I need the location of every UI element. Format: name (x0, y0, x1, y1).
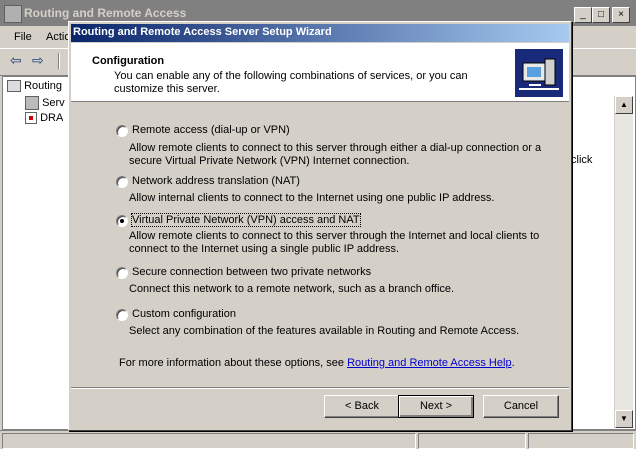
option-label[interactable]: Remote access (dial-up or VPN) (132, 124, 290, 136)
option-label[interactable]: Network address translation (NAT) (132, 175, 300, 187)
network-server-icon (515, 49, 563, 97)
button-divider (71, 387, 569, 389)
option-description: Select any combination of the features a… (129, 325, 520, 337)
mmc-app-icon (4, 5, 22, 23)
option-label[interactable]: Virtual Private Network (VPN) access and… (131, 213, 361, 227)
radio-secure-connection[interactable] (116, 267, 128, 279)
menu-file[interactable]: File (14, 31, 32, 43)
option-description: Allow remote clients to connect to this … (129, 230, 540, 255)
status-pane (418, 433, 526, 449)
vertical-scrollbar[interactable]: ▲ ▼ (614, 96, 633, 428)
scroll-down-icon[interactable]: ▼ (615, 410, 633, 428)
page-subtitle: You can enable any of the following comb… (114, 70, 468, 95)
tree-item-routing[interactable]: Routing (7, 80, 62, 94)
back-button[interactable]: < Back (324, 395, 400, 418)
more-info-suffix: . (511, 357, 515, 369)
option-label[interactable]: Custom configuration (132, 308, 236, 320)
tree-item-server-status[interactable]: Serv (25, 96, 65, 110)
option-description: Allow internal clients to connect to the… (129, 192, 495, 204)
radio-nat[interactable] (116, 176, 128, 188)
maximize-button[interactable]: □ (592, 7, 610, 23)
forward-arrow-icon[interactable]: ⇨ (32, 52, 44, 69)
tree-item-dra[interactable]: DRA (25, 112, 63, 126)
server-stack-icon (25, 96, 39, 110)
more-info-text: For more information about these options… (119, 357, 515, 369)
status-bar (0, 430, 636, 449)
next-button[interactable]: Next > (398, 395, 474, 418)
more-info-prefix: For more information about these options… (119, 357, 348, 369)
tree-item-label: Serv (42, 96, 65, 109)
toolbar-separator (58, 53, 60, 69)
option-description: Connect this network to a remote network… (129, 283, 455, 295)
radio-custom-configuration[interactable] (116, 309, 128, 321)
wizard-title: Routing and Remote Access Server Setup W… (73, 26, 332, 38)
scroll-up-icon[interactable]: ▲ (615, 96, 633, 114)
page-title: Configuration (92, 55, 165, 67)
close-button[interactable]: × (612, 7, 630, 23)
setup-wizard-dialog: Routing and Remote Access Server Setup W… (68, 21, 572, 431)
minimize-button[interactable]: _ (574, 7, 592, 23)
details-text-fragment: click (571, 154, 593, 166)
menu-action[interactable]: Actio (46, 31, 70, 43)
wizard-header: Configuration You can enable any of the … (71, 43, 569, 102)
status-pane (528, 433, 634, 449)
wizard-title-bar[interactable]: Routing and Remote Access Server Setup W… (71, 24, 569, 42)
status-pane (2, 433, 416, 449)
radio-remote-access[interactable] (116, 125, 128, 137)
option-description: Allow remote clients to connect to this … (129, 142, 542, 167)
help-link[interactable]: Routing and Remote Access Help (347, 357, 511, 369)
cancel-button[interactable]: Cancel (483, 395, 559, 418)
tree-item-label: DRA (40, 112, 64, 124)
option-label[interactable]: Secure connection between two private ne… (132, 266, 371, 278)
tree-item-label: Routing (24, 80, 62, 92)
background-window-title: Routing and Remote Access (24, 6, 187, 20)
radio-vpn-and-nat[interactable] (116, 215, 128, 227)
server-computer-icon (7, 80, 21, 93)
server-stopped-icon (25, 112, 37, 125)
back-arrow-icon[interactable]: ⇦ (10, 52, 22, 69)
